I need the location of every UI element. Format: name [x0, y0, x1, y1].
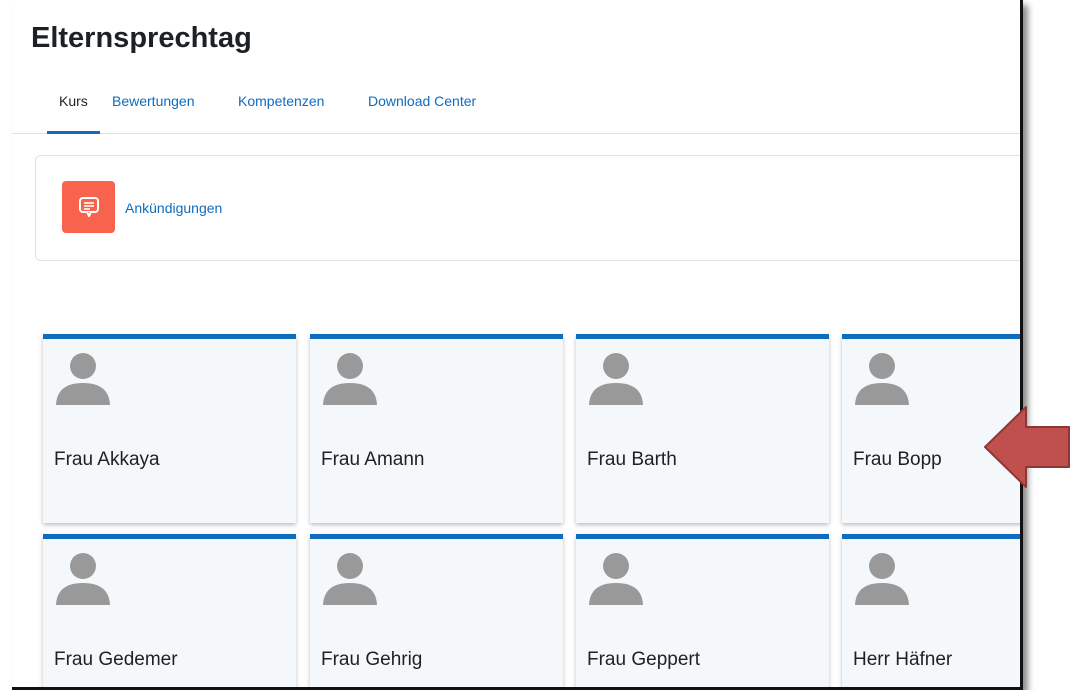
teacher-card[interactable]: Herr Häfner: [842, 534, 1020, 687]
teacher-name: Frau Amann: [321, 449, 425, 470]
teacher-name: Frau Akkaya: [54, 449, 160, 470]
user-avatar-icon: [589, 353, 643, 405]
tab-kurs[interactable]: Kurs: [47, 90, 100, 134]
arrow-left-icon: [984, 406, 1070, 488]
user-avatar-icon: [56, 553, 110, 605]
course-tabs: Kurs Bewertungen Kompetenzen Download Ce…: [12, 90, 1020, 134]
user-avatar-icon: [589, 553, 643, 605]
user-avatar-icon: [855, 553, 909, 605]
tab-kompetenzen[interactable]: Kompetenzen: [238, 90, 324, 131]
teacher-card[interactable]: Frau Gedemer: [43, 534, 296, 687]
user-avatar-icon: [323, 553, 377, 605]
teacher-name: Frau Barth: [587, 449, 677, 470]
user-avatar-icon: [56, 353, 110, 405]
user-avatar-icon: [323, 353, 377, 405]
teacher-name: Frau Gedemer: [54, 649, 178, 670]
forum-icon[interactable]: [62, 181, 115, 233]
announcements-block: Ankündigungen: [35, 155, 1020, 261]
teacher-name: Herr Häfner: [853, 649, 953, 670]
teacher-card[interactable]: Frau Geppert: [576, 534, 829, 687]
tab-download-center[interactable]: Download Center: [368, 90, 476, 131]
page-title: Elternsprechtag: [31, 22, 252, 54]
announcements-link[interactable]: Ankündigungen: [125, 200, 222, 216]
teacher-card[interactable]: Frau Akkaya: [43, 334, 296, 523]
teacher-card[interactable]: Frau Barth: [576, 334, 829, 523]
teacher-name: Frau Bopp: [853, 449, 942, 470]
tab-bewertungen[interactable]: Bewertungen: [112, 90, 195, 131]
moodle-course-page: Elternsprechtag Kurs Bewertungen Kompete…: [12, 0, 1023, 690]
teacher-name: Frau Geppert: [587, 649, 700, 670]
teacher-card[interactable]: Frau Gehrig: [310, 534, 563, 687]
user-avatar-icon: [855, 353, 909, 405]
teacher-card[interactable]: Frau Amann: [310, 334, 563, 523]
teacher-name: Frau Gehrig: [321, 649, 423, 670]
